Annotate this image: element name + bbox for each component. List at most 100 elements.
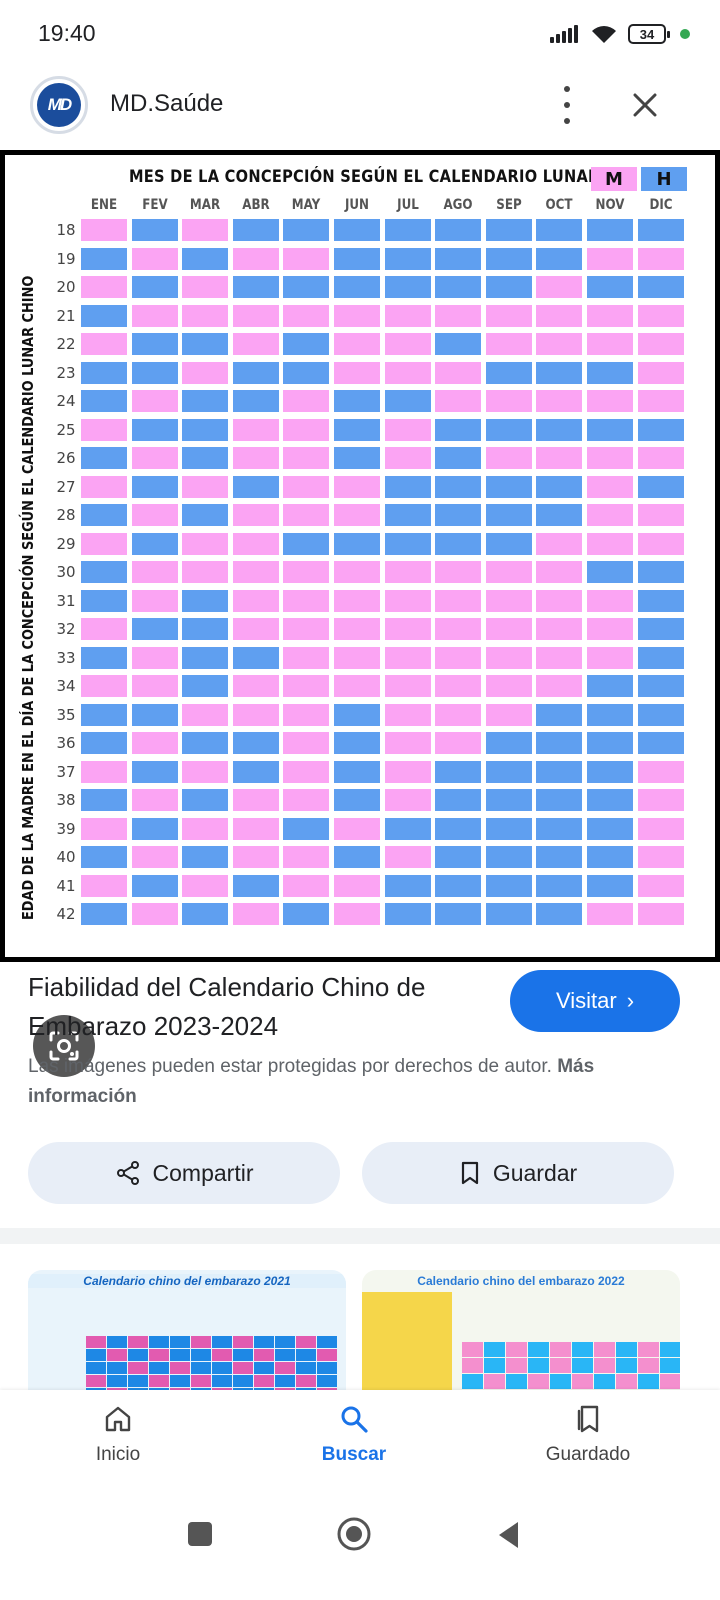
chart-cell bbox=[637, 561, 684, 583]
thumb-cell bbox=[594, 1358, 615, 1373]
save-button[interactable]: Guardar bbox=[362, 1142, 674, 1204]
thumb-cell bbox=[107, 1336, 127, 1348]
chart-cell bbox=[435, 874, 482, 897]
thumb-cell bbox=[550, 1374, 571, 1389]
chevron-right-icon: › bbox=[626, 988, 635, 1013]
chart-cell bbox=[81, 618, 127, 640]
age-label: 33 bbox=[56, 648, 76, 667]
thumb-cell bbox=[296, 1362, 316, 1374]
chart-cell bbox=[182, 390, 229, 412]
chart-cell bbox=[384, 219, 431, 241]
thumb-cell bbox=[191, 1349, 211, 1361]
chart-cell bbox=[182, 418, 229, 441]
thumb-cell bbox=[317, 1362, 337, 1374]
thumb-cell bbox=[660, 1374, 680, 1389]
related-image-2[interactable]: Calendario chino del embarazo 2022 bbox=[362, 1270, 680, 1390]
chart-cell bbox=[81, 732, 127, 754]
chart-cell bbox=[131, 789, 178, 811]
chart-cell bbox=[485, 589, 532, 612]
chart-cell bbox=[182, 675, 229, 697]
age-label: 40 bbox=[56, 848, 76, 866]
age-label: 19 bbox=[56, 249, 76, 268]
chart-cell bbox=[182, 589, 229, 612]
chart-cell bbox=[81, 418, 127, 441]
save-label: Guardar bbox=[492, 1159, 578, 1186]
chart-image[interactable]: MES DE LA CONCEPCIÓN SEGÚN EL CALENDARIO… bbox=[0, 150, 720, 1077]
chart-cell bbox=[81, 276, 127, 298]
thumb-cell bbox=[594, 1342, 615, 1357]
related-image-1-title: Calendario chino del embarazo 2021 bbox=[28, 1274, 346, 1288]
thumb-cell bbox=[462, 1374, 483, 1389]
chart-cell bbox=[384, 618, 431, 640]
share-button[interactable]: Compartir bbox=[28, 1142, 340, 1204]
site-name[interactable]: MD.Saúde bbox=[110, 90, 223, 118]
home-button[interactable] bbox=[336, 1516, 372, 1552]
site-logo[interactable]: MD bbox=[30, 76, 88, 134]
chart-cell bbox=[232, 361, 279, 384]
related-image-1[interactable]: Calendario chino del embarazo 2021 bbox=[28, 1270, 346, 1390]
chart-cell bbox=[232, 418, 279, 441]
nav-inicio[interactable]: Inicio bbox=[48, 1404, 188, 1466]
age-label: 30 bbox=[56, 563, 76, 581]
chart-cell bbox=[232, 732, 279, 754]
age-label: 35 bbox=[56, 705, 76, 724]
chart-cell bbox=[637, 247, 684, 270]
chart-cell bbox=[334, 219, 380, 241]
chart-cell bbox=[81, 675, 127, 697]
chart-cell bbox=[232, 333, 279, 355]
chart-cell bbox=[131, 817, 178, 840]
thumb-cell bbox=[528, 1358, 549, 1373]
chart-cell bbox=[637, 475, 684, 498]
more-options-button[interactable] bbox=[556, 86, 578, 124]
visit-button[interactable]: Visitar › bbox=[510, 970, 680, 1032]
chart-cell bbox=[587, 732, 633, 754]
chart-cell bbox=[131, 561, 178, 583]
chart-cell bbox=[536, 390, 583, 412]
nav-guardado[interactable]: Guardado bbox=[518, 1404, 658, 1466]
chart-cell bbox=[435, 646, 482, 669]
nav-buscar[interactable]: Buscar bbox=[284, 1404, 424, 1466]
thumb-cell bbox=[170, 1362, 190, 1374]
chart-cell bbox=[182, 618, 229, 640]
back-button[interactable] bbox=[496, 1520, 522, 1550]
status-icons: 34 bbox=[550, 22, 690, 46]
thumb-cell bbox=[254, 1349, 274, 1361]
thumb-cell bbox=[616, 1342, 637, 1357]
share-icon bbox=[116, 1161, 139, 1185]
thumb-cell bbox=[128, 1362, 148, 1374]
thumb-cell bbox=[128, 1336, 148, 1348]
chart-cell bbox=[182, 760, 229, 783]
chart-cell bbox=[435, 732, 482, 754]
chart-title: MES DE LA CONCEPCIÓN SEGÚN EL CALENDARIO… bbox=[129, 167, 600, 187]
chart-cell bbox=[81, 219, 127, 241]
chart-cell bbox=[81, 703, 127, 726]
legend-m: M bbox=[591, 167, 637, 191]
chart-cell bbox=[384, 846, 431, 868]
chart-cell bbox=[334, 760, 380, 783]
chart-cell bbox=[232, 675, 279, 697]
age-label: 37 bbox=[56, 762, 76, 781]
thumb-cell bbox=[191, 1375, 211, 1387]
chart-cell bbox=[283, 361, 330, 384]
chart-cell bbox=[232, 589, 279, 612]
chart-cell bbox=[587, 789, 633, 811]
age-label: 39 bbox=[56, 819, 76, 838]
chart-cell bbox=[485, 390, 532, 412]
visit-label: Visitar bbox=[555, 988, 617, 1013]
thumb-cell bbox=[254, 1336, 274, 1348]
thumb-cell bbox=[317, 1349, 337, 1361]
thumb-cell bbox=[616, 1374, 637, 1389]
chart-cell bbox=[485, 789, 532, 811]
chart-cell bbox=[384, 390, 431, 412]
chart-cell bbox=[283, 589, 330, 612]
chart-cell bbox=[283, 646, 330, 669]
thumb-cell bbox=[107, 1375, 127, 1387]
thumb-cell bbox=[149, 1349, 169, 1361]
recents-button[interactable] bbox=[188, 1522, 212, 1546]
chart-cell bbox=[384, 475, 431, 498]
chart-cell bbox=[131, 333, 178, 355]
result-title: Fiabilidad del Calendario Chino de Embar… bbox=[28, 972, 426, 1041]
chart-cell bbox=[334, 561, 380, 583]
close-icon[interactable] bbox=[628, 88, 662, 122]
nav-inicio-label: Inicio bbox=[95, 1444, 141, 1465]
